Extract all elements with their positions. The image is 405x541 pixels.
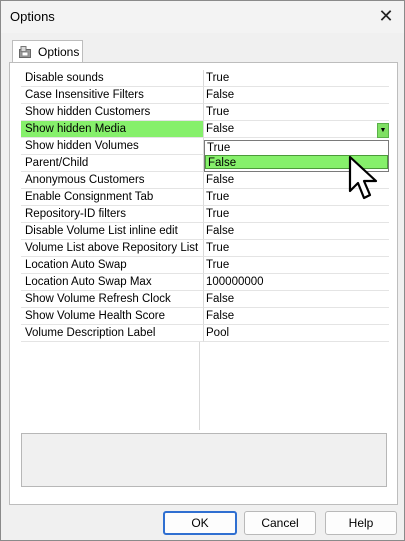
property-name: Show hidden Customers (21, 104, 204, 121)
window-title: Options (10, 9, 55, 24)
ok-button[interactable]: OK (163, 511, 237, 535)
property-name: Anonymous Customers (21, 172, 204, 189)
property-row-location-auto-swap-max[interactable]: Location Auto Swap Max 100000000 (21, 274, 389, 291)
close-icon[interactable]: ✕ (374, 5, 398, 27)
property-row-enable-consignment-tab[interactable]: Enable Consignment Tab True (21, 189, 389, 206)
property-name: Show Volume Health Score (21, 308, 204, 325)
property-value[interactable]: False (204, 291, 389, 308)
property-row-show-volume-refresh-clock[interactable]: Show Volume Refresh Clock False (21, 291, 389, 308)
property-row-show-volume-health-score[interactable]: Show Volume Health Score False (21, 308, 389, 325)
property-name: Location Auto Swap (21, 257, 204, 274)
property-row-volume-list-above-repository-list[interactable]: Volume List above Repository List True (21, 240, 389, 257)
column-divider (199, 342, 200, 430)
property-value-combo[interactable]: False (204, 121, 389, 138)
mouse-pointer-icon (348, 155, 378, 200)
chevron-down-icon[interactable]: ▼ (377, 123, 389, 138)
dropdown-option-true[interactable]: True (205, 141, 388, 155)
property-name: Disable sounds (21, 70, 204, 87)
options-tab-icon (19, 46, 31, 58)
property-name: Enable Consignment Tab (21, 189, 204, 206)
property-name: Disable Volume List inline edit (21, 223, 204, 240)
property-name: Case Insensitive Filters (21, 87, 204, 104)
options-panel: Disable sounds True Case Insensitive Fil… (9, 62, 398, 505)
cancel-button[interactable]: Cancel (244, 511, 316, 535)
title-bar: Options ✕ (1, 1, 404, 33)
property-name: Location Auto Swap Max (21, 274, 204, 291)
property-name: Repository-ID filters (21, 206, 204, 223)
property-value[interactable]: True (204, 206, 389, 223)
property-name: Show Volume Refresh Clock (21, 291, 204, 308)
property-name: Show hidden Media (21, 121, 204, 138)
property-value[interactable]: Pool (204, 325, 389, 342)
property-value[interactable]: False (204, 87, 389, 104)
property-name: Volume List above Repository List (21, 240, 204, 257)
options-dialog: Options ✕ Options Disable sounds True Ca… (0, 0, 405, 541)
property-row-anonymous-customers[interactable]: Anonymous Customers False (21, 172, 389, 189)
property-row-volume-description-label[interactable]: Volume Description Label Pool (21, 325, 389, 342)
property-description-pane (21, 433, 387, 487)
property-row-disable-volume-list-inline-edit[interactable]: Disable Volume List inline edit False (21, 223, 389, 240)
property-name: Volume Description Label (21, 325, 204, 342)
property-value[interactable]: True (204, 240, 389, 257)
property-row-location-auto-swap[interactable]: Location Auto Swap True (21, 257, 389, 274)
property-row-show-hidden-customers[interactable]: Show hidden Customers True (21, 104, 389, 121)
property-row-show-hidden-media[interactable]: Show hidden Media False ▼ (21, 121, 389, 138)
property-name: Parent/Child (21, 155, 204, 172)
property-value[interactable]: True (204, 70, 389, 87)
property-name: Show hidden Volumes (21, 138, 204, 155)
property-grid: Disable sounds True Case Insensitive Fil… (21, 70, 389, 430)
property-row-disable-sounds[interactable]: Disable sounds True (21, 70, 389, 87)
property-row-case-insensitive-filters[interactable]: Case Insensitive Filters False (21, 87, 389, 104)
property-value[interactable]: False (204, 308, 389, 325)
tab-label: Options (38, 45, 80, 59)
property-value[interactable]: 100000000 (204, 274, 389, 291)
property-value[interactable]: True (204, 257, 389, 274)
property-value[interactable]: False (204, 223, 389, 240)
property-row-repository-id-filters[interactable]: Repository-ID filters True (21, 206, 389, 223)
help-button[interactable]: Help (325, 511, 397, 535)
property-value[interactable]: True (204, 104, 389, 121)
tab-options[interactable]: Options (12, 40, 83, 63)
